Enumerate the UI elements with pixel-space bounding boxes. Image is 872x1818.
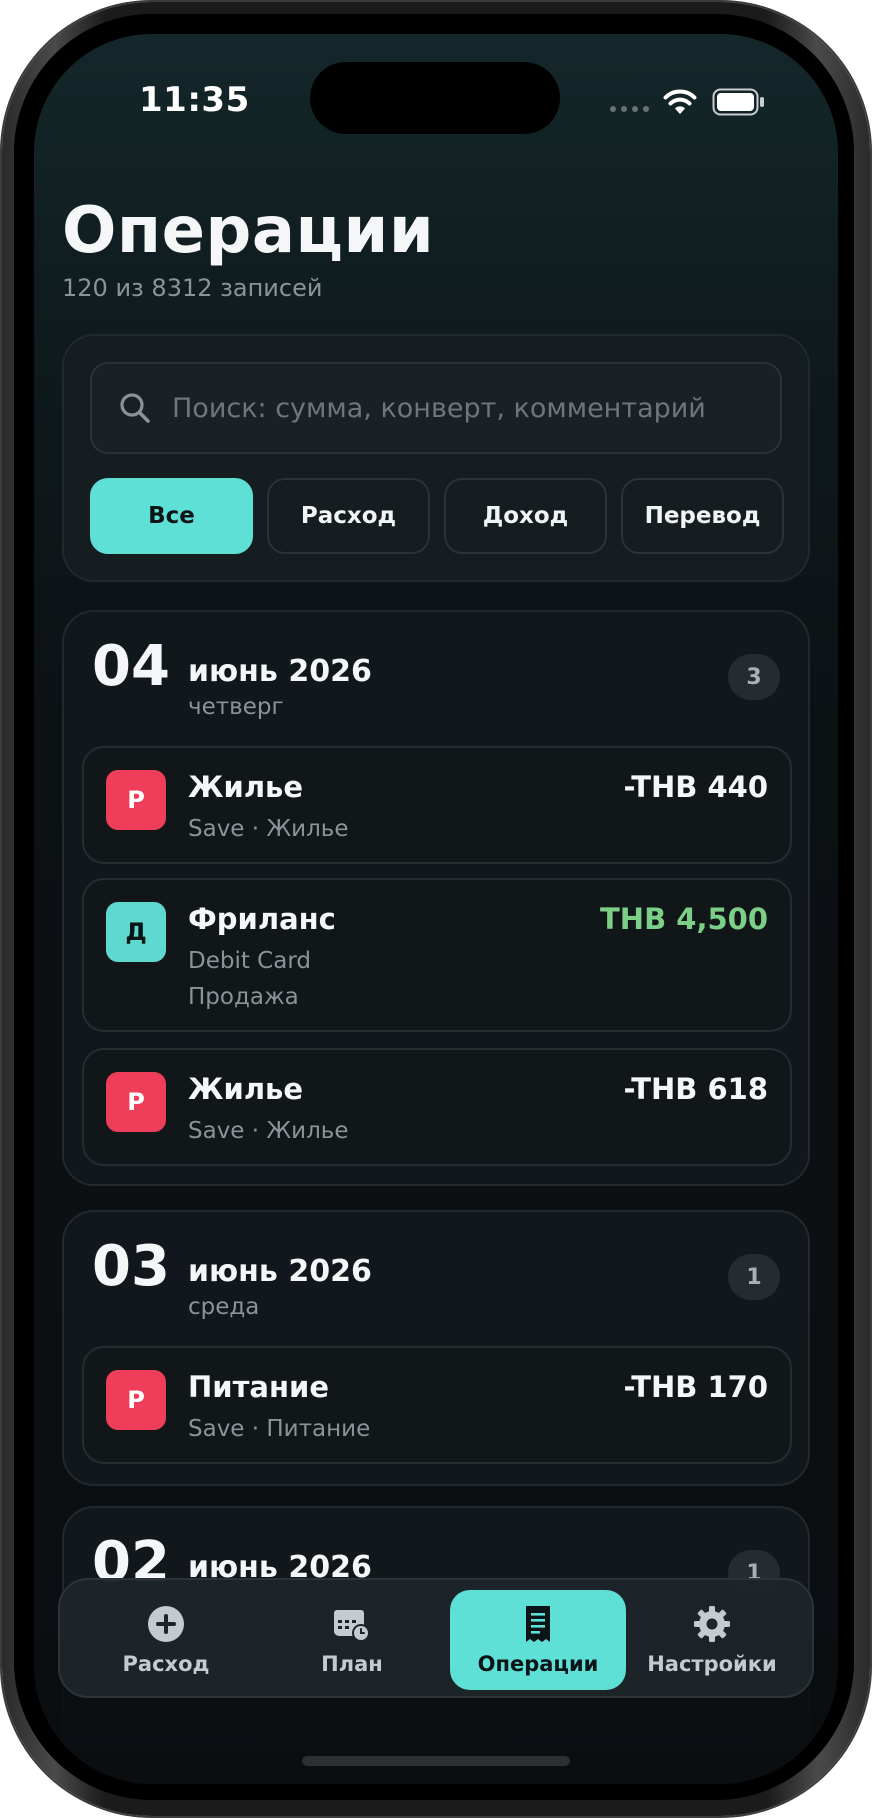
search-icon	[120, 393, 150, 423]
day-weekday: четверг	[188, 694, 284, 720]
day-month: июнь 2026	[188, 1254, 372, 1289]
filter-transfer-button[interactable]: Перевод	[621, 478, 784, 554]
transaction-amount: -THB 440	[623, 770, 768, 804]
tab-label: План	[321, 1652, 383, 1676]
tab-bar: Расход План Операции Настройки	[58, 1578, 814, 1698]
expense-badge: Р	[106, 1370, 166, 1430]
search-placeholder: Поиск: сумма, конверт, комментарий	[172, 392, 706, 424]
transaction-account: Debit Card	[188, 948, 311, 974]
receipt-icon	[526, 1606, 550, 1642]
transaction-title: Жилье	[188, 770, 304, 804]
filter-expense-button[interactable]: Расход	[267, 478, 430, 554]
tab-expense[interactable]: Расход	[78, 1590, 254, 1690]
app-screen: 11:35 Операции 120 из 8312 записей Поиск…	[34, 34, 838, 1784]
signal-icon	[610, 106, 649, 112]
expense-badge: Р	[106, 770, 166, 830]
dynamic-island	[310, 62, 560, 134]
tab-settings[interactable]: Настройки	[624, 1590, 800, 1690]
transaction-row[interactable]: Д Фриланс Debit Card Продажа THB 4,500	[82, 878, 792, 1032]
records-count: 120 из 8312 записей	[62, 274, 323, 302]
day-group: 04 июнь 2026 четверг 3 Р Жилье Save · Жи…	[62, 610, 810, 1186]
income-badge: Д	[106, 902, 166, 962]
calendar-clock-icon	[334, 1610, 370, 1642]
wifi-icon	[663, 89, 697, 114]
filter-income-button[interactable]: Доход	[444, 478, 607, 554]
tab-label: Настройки	[647, 1652, 777, 1676]
day-number: 04	[92, 634, 170, 699]
transaction-title: Жилье	[188, 1072, 304, 1106]
tab-plan[interactable]: План	[264, 1590, 440, 1690]
filter-all-button[interactable]: Все	[90, 478, 253, 554]
transaction-details: Save · Питание	[188, 1416, 371, 1442]
gear-icon	[694, 1606, 730, 1642]
day-number: 03	[92, 1234, 170, 1299]
transaction-comment: Продажа	[188, 984, 299, 1010]
day-weekday: среда	[188, 1294, 260, 1320]
transaction-amount: -THB 170	[623, 1370, 768, 1404]
search-input[interactable]: Поиск: сумма, конверт, комментарий	[90, 362, 782, 454]
home-indicator	[302, 1756, 570, 1766]
transaction-title: Питание	[188, 1370, 329, 1404]
transaction-row[interactable]: Р Жилье Save · Жилье -THB 618	[82, 1048, 792, 1166]
transaction-title: Фриланс	[188, 902, 336, 936]
transaction-row[interactable]: Р Жилье Save · Жилье -THB 440	[82, 746, 792, 864]
status-time: 11:35	[139, 80, 250, 120]
plus-circle-icon	[148, 1606, 184, 1642]
transaction-details: Save · Жилье	[188, 816, 349, 842]
expense-badge: Р	[106, 1072, 166, 1132]
tab-label: Операции	[477, 1652, 599, 1676]
page-title: Операции	[62, 194, 435, 268]
transaction-amount: -THB 618	[623, 1072, 768, 1106]
transaction-details: Save · Жилье	[188, 1118, 349, 1144]
tab-operations[interactable]: Операции	[450, 1590, 626, 1690]
battery-icon	[712, 88, 764, 116]
filter-panel: Поиск: сумма, конверт, комментарий Все Р…	[62, 334, 810, 582]
transaction-amount: THB 4,500	[600, 902, 768, 936]
day-month: июнь 2026	[188, 654, 372, 689]
day-count-badge: 3	[728, 654, 780, 700]
type-filter: Все Расход Доход Перевод	[90, 478, 784, 554]
transaction-row[interactable]: Р Питание Save · Питание -THB 170	[82, 1346, 792, 1464]
tab-label: Расход	[122, 1652, 210, 1676]
day-group: 03 июнь 2026 среда 1 Р Питание Save · Пи…	[62, 1210, 810, 1486]
day-count-badge: 1	[728, 1254, 780, 1300]
